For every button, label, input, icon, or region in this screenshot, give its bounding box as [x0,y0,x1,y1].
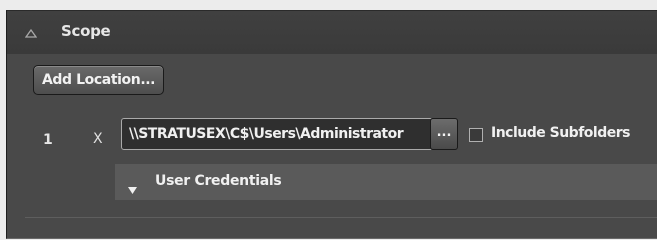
browse-button[interactable]: ... [430,118,458,150]
expand-triangle-icon[interactable] [128,179,137,194]
include-subfolders-label[interactable]: Include Subfolders [491,125,630,141]
scope-panel: Scope Add Location... 1 X \\STRATUSEX\C$… [6,10,657,239]
scope-title: Scope [61,22,111,40]
collapse-triangle-icon[interactable] [24,25,38,38]
divider [25,217,657,218]
remove-location-button[interactable]: X [93,131,103,147]
scope-header[interactable]: Scope [7,11,657,54]
user-credentials-label: User Credentials [155,173,282,189]
include-subfolders-checkbox[interactable] [469,128,483,142]
add-location-button[interactable]: Add Location... [33,65,165,95]
user-credentials-header[interactable]: User Credentials [115,164,657,200]
location-path-input[interactable]: \\STRATUSEX\C$\Users\Administrator [121,118,433,150]
location-index: 1 [43,132,53,148]
